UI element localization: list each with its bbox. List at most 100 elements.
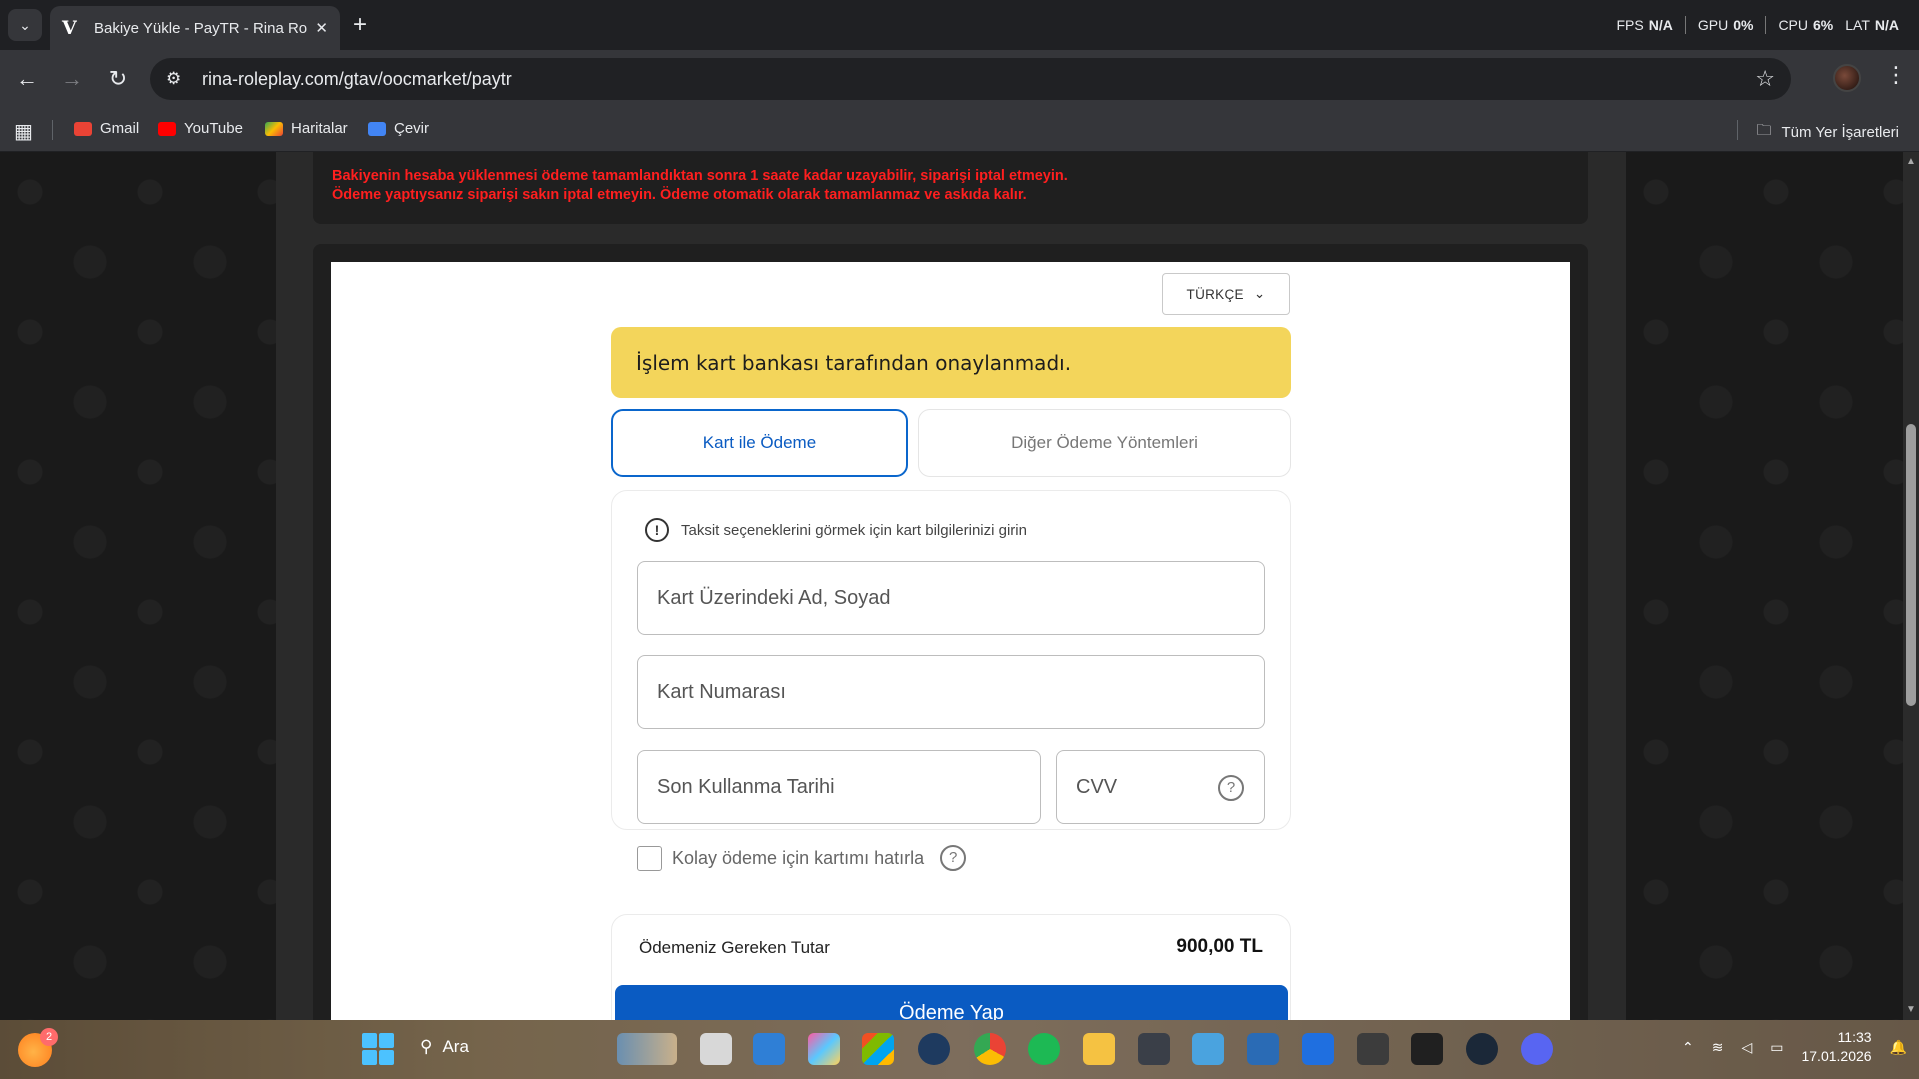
cvv-placeholder: CVV (1076, 775, 1118, 798)
tab-title: Bakiye Yükle - PayTR - Rina Rol (94, 19, 308, 37)
file-explorer-icon[interactable] (1083, 1033, 1115, 1065)
app-icon-1[interactable] (753, 1033, 785, 1065)
bookmark-translate[interactable]: Çevir (368, 120, 429, 137)
bookmark-youtube[interactable]: YouTube (158, 120, 243, 137)
app-icon-4[interactable] (1192, 1033, 1224, 1065)
windows-start-icon[interactable] (362, 1033, 394, 1065)
taskbar-search[interactable]: ⚲ Ara (420, 1037, 469, 1057)
nvidia-icon[interactable] (1357, 1033, 1389, 1065)
cardholder-name-field[interactable]: Kart Üzerindeki Ad, Soyad (637, 561, 1265, 635)
volume-icon[interactable]: ◁ (1741, 1039, 1752, 1056)
photos-icon[interactable] (1247, 1033, 1279, 1065)
all-bookmarks-button[interactable]: 🗀 Tüm Yer İşaretleri (1756, 120, 1899, 145)
scroll-thumb[interactable] (1906, 424, 1916, 706)
tab-close-icon[interactable]: ✕ (315, 19, 328, 37)
remember-help-icon[interactable]: ? (940, 845, 967, 871)
browser-toolbar: ← → ↻ ⚙ rina-roleplay.com/gtav/oocmarket… (0, 50, 1919, 108)
gmail-icon (74, 121, 92, 136)
app-icon-5[interactable] (1302, 1033, 1334, 1065)
new-tab-button[interactable]: + (353, 10, 367, 40)
pay-button[interactable]: Ödeme Yap (615, 985, 1288, 1020)
card-number-placeholder: Kart Numarası (657, 680, 786, 703)
background-pattern-right (1626, 152, 1903, 1020)
cvv-field[interactable]: CVV ? (1056, 750, 1265, 824)
expiry-date-field[interactable]: Son Kullanma Tarihi (637, 750, 1041, 824)
back-arrow-icon[interactable]: ← (12, 64, 42, 94)
copilot-icon[interactable] (808, 1033, 840, 1065)
remember-card-checkbox[interactable] (637, 845, 662, 871)
performance-overlay: FPS N/A GPU 0% CPU 6% LAT N/A (1616, 16, 1899, 34)
page-viewport: Bakiyenin hesaba yüklenmesi ödeme tamaml… (0, 152, 1919, 1020)
fps-readout: FPS N/A (1616, 17, 1673, 33)
language-select[interactable]: TÜRKÇE ⌄ (1162, 273, 1290, 315)
site-favicon-icon: V (62, 17, 77, 39)
youtube-icon (158, 121, 176, 136)
language-label: TÜRKÇE (1186, 286, 1244, 302)
gpu-readout: GPU 0% (1697, 17, 1754, 33)
lat-readout: LAT N/A (1845, 17, 1899, 33)
remember-card-row[interactable]: Kolay ödeme için kartımı hatırla ? (637, 845, 967, 871)
site-info-icon[interactable]: ⚙ (166, 69, 196, 89)
chrome-icon[interactable] (974, 1033, 1006, 1065)
app-icon-3[interactable] (1138, 1033, 1170, 1065)
taskbar-search-label: Ara (442, 1037, 469, 1056)
info-icon: ! (645, 518, 669, 542)
steam-icon[interactable] (1466, 1033, 1498, 1065)
background-pattern-left (0, 152, 276, 1020)
browser-menu-icon[interactable]: ⋮ (1885, 62, 1907, 88)
warning-text: İşlem kart bankası tarafından onaylanmad… (636, 350, 1072, 375)
scroll-up-icon[interactable]: ▲ (1906, 156, 1916, 167)
profile-avatar[interactable] (1833, 64, 1861, 92)
tab-card-payment[interactable]: Kart ile Ödeme (611, 409, 908, 477)
cardholder-name-placeholder: Kart Üzerindeki Ad, Soyad (657, 586, 891, 609)
address-bar[interactable]: ⚙ rina-roleplay.com/gtav/oocmarket/paytr… (150, 58, 1791, 100)
clock[interactable]: 11:33 17.01.2026 (1801, 1028, 1871, 1066)
search-icon: ⚲ (420, 1037, 433, 1056)
installment-info-text: Taksit seçeneklerini görmek için kart bi… (681, 521, 1027, 539)
app-icon-2[interactable] (918, 1033, 950, 1065)
translate-icon (368, 121, 386, 136)
card-number-field[interactable]: Kart Numarası (637, 655, 1265, 729)
system-tray: ⌃ ≋ ◁ ▭ 11:33 17.01.2026 🔔 (1682, 1028, 1907, 1066)
notification-badge: 2 (40, 1028, 58, 1046)
discord-icon[interactable] (1521, 1033, 1553, 1065)
tab-other-payment-methods[interactable]: Diğer Ödeme Yöntemleri (918, 409, 1291, 477)
remember-card-label: Kolay ödeme için kartımı hatırla (672, 847, 925, 868)
store-icon[interactable] (862, 1033, 894, 1065)
amount-label: Ödemeniz Gereken Tutar (639, 938, 830, 957)
spotify-icon[interactable] (1028, 1033, 1060, 1065)
clock-time: 11:33 (1837, 1029, 1872, 1045)
payment-notice-card: Bakiyenin hesaba yüklenmesi ödeme tamaml… (313, 152, 1588, 224)
windows-taskbar: 2 ⚲ Ara ⌃ ≋ ◁ ▭ 11:33 17.01.2026 🔔 (0, 1020, 1919, 1079)
apps-grid-icon[interactable]: ▦ (14, 119, 33, 144)
tab-search-button[interactable]: ⌄ (8, 9, 42, 41)
cvv-help-icon[interactable]: ? (1218, 775, 1244, 801)
page-scrollbar[interactable]: ▲ ▼ (1903, 152, 1919, 1020)
chevron-up-icon[interactable]: ⌃ (1682, 1039, 1694, 1056)
widgets-icon[interactable] (617, 1033, 677, 1065)
bookmark-maps[interactable]: Haritalar (265, 120, 348, 137)
notice-line-2: Ödeme yaptıysanız siparişi sakın iptal e… (332, 187, 1027, 203)
forward-arrow-icon[interactable]: → (57, 64, 87, 94)
url-text[interactable]: rina-roleplay.com/gtav/oocmarket/paytr (202, 69, 1755, 90)
declined-warning: İşlem kart bankası tarafından onaylanmad… (611, 327, 1291, 398)
cpu-readout: CPU 6% (1778, 17, 1834, 33)
bookmark-gmail[interactable]: Gmail (74, 120, 139, 137)
chevron-down-icon: ⌄ (1253, 286, 1266, 301)
tab-bar: ⌄ V Bakiye Yükle - PayTR - Rina Rol ✕ + … (0, 0, 1919, 50)
bookmarks-bar: ▦ Gmail YouTube Haritalar Çevir 🗀 Tüm Ye… (0, 108, 1919, 152)
notice-line-1: Bakiyenin hesaba yüklenmesi ödeme tamaml… (332, 168, 1068, 184)
installment-info: ! Taksit seçeneklerini görmek için kart … (645, 518, 1027, 542)
task-view-icon[interactable] (700, 1033, 732, 1065)
notification-bell-icon[interactable]: 🔔 (1890, 1039, 1907, 1056)
browser-tab[interactable]: V Bakiye Yükle - PayTR - Rina Rol ✕ (50, 6, 340, 50)
epic-games-icon[interactable] (1411, 1033, 1443, 1065)
maps-icon (265, 121, 283, 136)
expiry-date-placeholder: Son Kullanma Tarihi (657, 775, 835, 798)
wifi-icon[interactable]: ≋ (1712, 1039, 1724, 1056)
bookmark-star-icon[interactable]: ☆ (1755, 66, 1775, 92)
clock-date: 17.01.2026 (1801, 1048, 1872, 1064)
reload-icon[interactable]: ↻ (103, 64, 133, 94)
scroll-down-icon[interactable]: ▼ (1906, 1004, 1916, 1015)
battery-icon[interactable]: ▭ (1770, 1039, 1783, 1056)
